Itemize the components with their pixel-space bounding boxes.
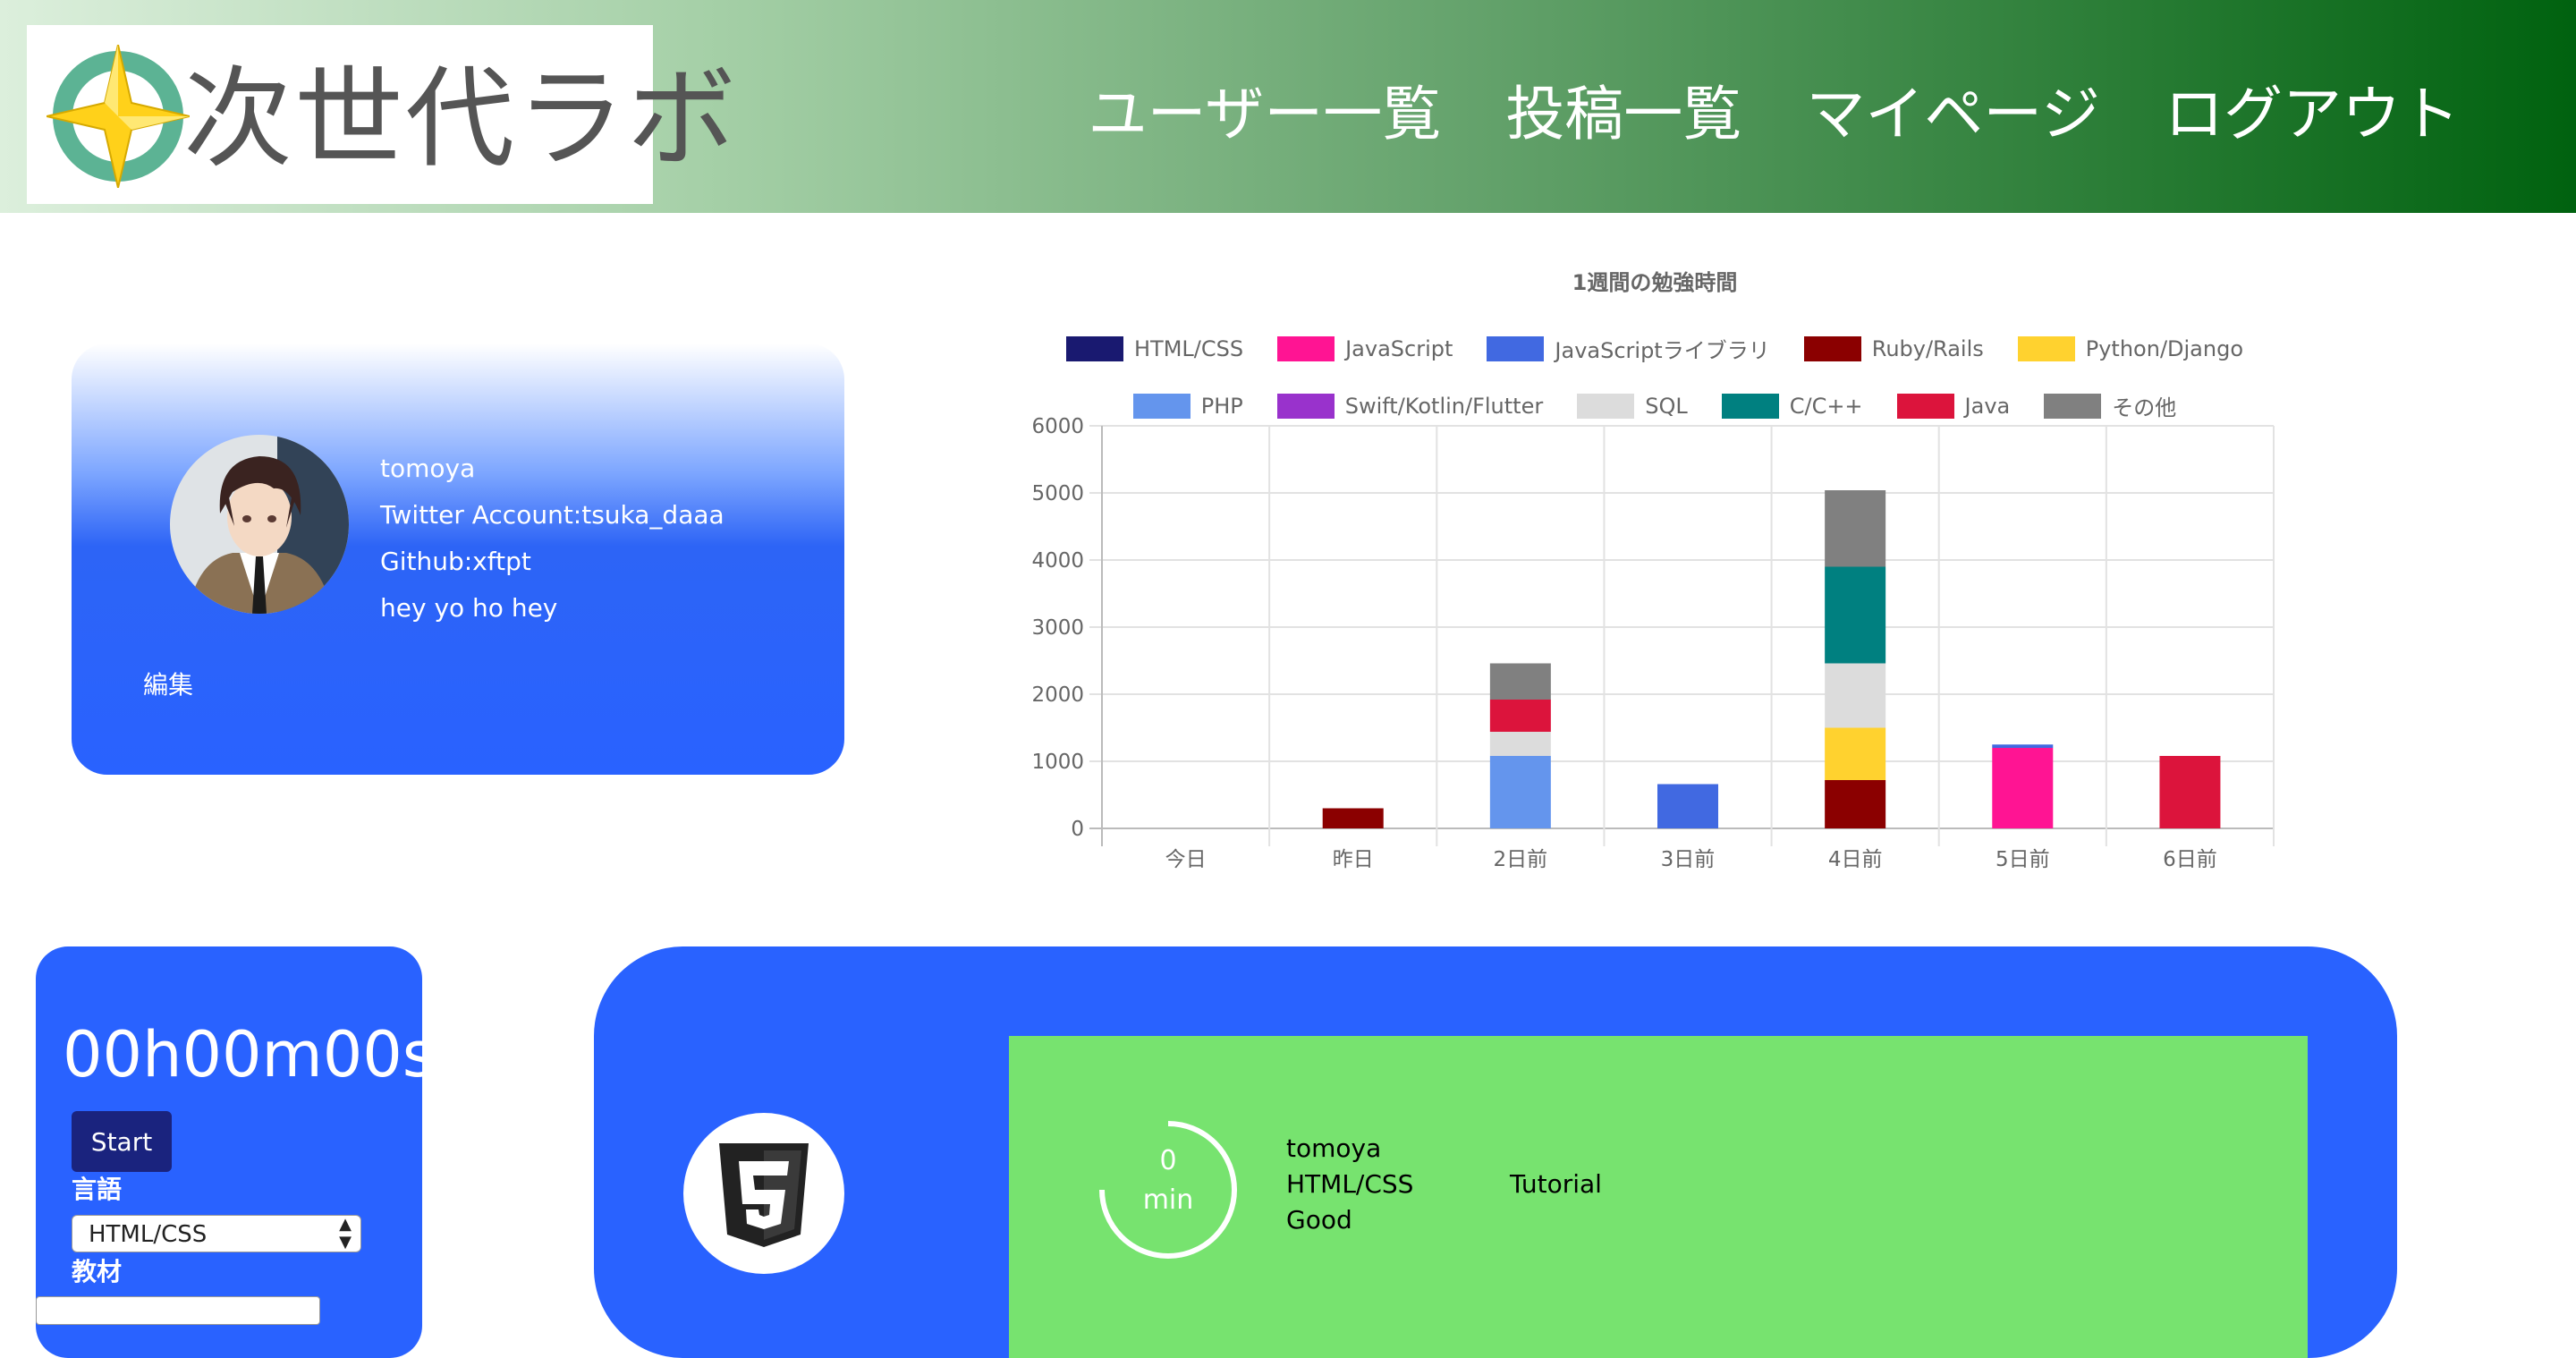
user-avatar-illustration [170,435,349,614]
nav-mypage[interactable]: マイページ [1806,70,2100,159]
y-tick-label: 2000 [1031,683,1084,707]
edit-profile-link[interactable]: 編集 [143,667,193,703]
y-tick-label: 5000 [1031,482,1084,505]
bar-segment [1489,756,1551,828]
post-user: tomoya [1286,1133,1382,1163]
material-label: 教材 [72,1257,123,1286]
y-tick-label: 0 [1071,818,1084,841]
x-tick-label: 3日前 [1661,848,1716,871]
post-minutes-unit: min [1142,1184,1194,1216]
profile-name: tomoya [380,454,476,483]
legend-swatch [2017,335,2075,361]
compass-star-icon [47,45,190,188]
legend-item[interactable]: JavaScriptライブラリ [1487,333,1770,364]
chart-title: 1週間の勉強時間 [1572,270,1738,295]
profile-twitter: Twitter Account:tsuka_daaa [380,500,724,530]
bar-segment [1992,744,2054,748]
post-panel: 0 min tomoya HTML/CSS Tutorial Good [594,946,2397,1358]
html5-icon [719,1143,809,1247]
app-header: 次世代ラボ ユーザー一覧 投稿一覧 マイページ ログアウト [0,0,2576,213]
x-tick-label: 昨日 [1333,848,1374,871]
post-minutes: 0 [1159,1145,1177,1176]
bar-segment [1489,700,1551,732]
legend-item[interactable]: Ruby/Rails [1803,333,1984,364]
bar-segment [1825,566,1886,664]
legend-item[interactable]: Python/Django [2017,333,2244,364]
nav-posts[interactable]: 投稿一覧 [1505,70,1741,159]
bar-segment [1825,727,1886,780]
x-tick-label: 2日前 [1494,848,1548,871]
avatar [170,435,349,614]
legend-item[interactable]: JavaScript [1277,333,1453,364]
y-tick-label: 6000 [1031,415,1084,438]
y-tick-label: 4000 [1031,549,1084,573]
post-card[interactable]: 0 min tomoya HTML/CSS Tutorial Good [1009,1036,2308,1358]
bar-segment [2159,756,2221,828]
legend-label: Python/Django [2085,335,2244,361]
bar-segment [1489,663,1551,700]
legend-swatch [1065,335,1123,361]
profile-github: Github:xftpt [380,547,531,576]
bar-segment [1322,808,1384,828]
x-tick-label: 4日前 [1828,848,1883,871]
y-tick-label: 3000 [1031,616,1084,640]
bar-segment [1825,780,1886,828]
bar-segment [1489,732,1551,756]
bar-segment [1825,490,1886,567]
nav-users[interactable]: ユーザー一覧 [1089,70,1442,159]
chart-legend-row: HTML/CSS JavaScript JavaScriptライブラリ Ruby/Ra… [1002,333,2308,364]
y-tick-label: 1000 [1031,751,1084,774]
post-comment: Good [1286,1205,1352,1235]
language-label: 言語 [72,1175,123,1204]
language-select[interactable]: HTML/CSS ▲ ▼ [72,1215,361,1252]
bar-segment [1657,784,1718,828]
weekly-study-chart: 1週間の勉強時間 HTML/CSS JavaScript JavaScriptライブ… [1002,259,2326,904]
bar-segment [1992,748,2054,828]
main-nav: ユーザー一覧 投稿一覧 マイページ ログアウト [1089,70,2460,159]
legend-swatch [1487,335,1545,361]
legend-label: Ruby/Rails [1871,335,1984,361]
x-tick-label: 6日前 [2163,848,2217,871]
profile-bio: hey yo ho hey [380,593,558,623]
legend-label: JavaScriptライブラリ [1555,338,1770,363]
language-select-value: HTML/CSS [89,1221,208,1248]
nav-logout[interactable]: ログアウト [2165,70,2460,159]
post-material: Tutorial [1510,1169,1602,1199]
legend-item[interactable]: HTML/CSS [1065,333,1244,364]
start-button[interactable]: Start [72,1111,172,1172]
chart-plot: 0 1000 2000 3000 4000 5000 6000 今日 昨日 2日前 3日前 4日前 5日… [1031,415,2275,871]
x-tick-label: 今日 [1165,848,1207,871]
bar-segment [1825,663,1886,728]
post-language: HTML/CSS [1286,1169,1414,1199]
legend-swatch [1803,335,1861,361]
x-tick-label: 5日前 [1996,848,2050,871]
legend-label: HTML/CSS [1133,335,1244,361]
language-badge [683,1113,844,1274]
timer-display: 00h00m00s [63,1018,436,1091]
select-arrows-icon: ▲ ▼ [339,1215,352,1252]
material-input[interactable] [36,1296,320,1325]
legend-label: JavaScript [1345,335,1453,361]
profile-card: tomoya Twitter Account:tsuka_daaa Github… [72,344,844,775]
site-logo[interactable]: 次世代ラボ [27,25,736,204]
logo-text: 次世代ラボ [183,55,738,182]
legend-swatch [1277,335,1335,361]
